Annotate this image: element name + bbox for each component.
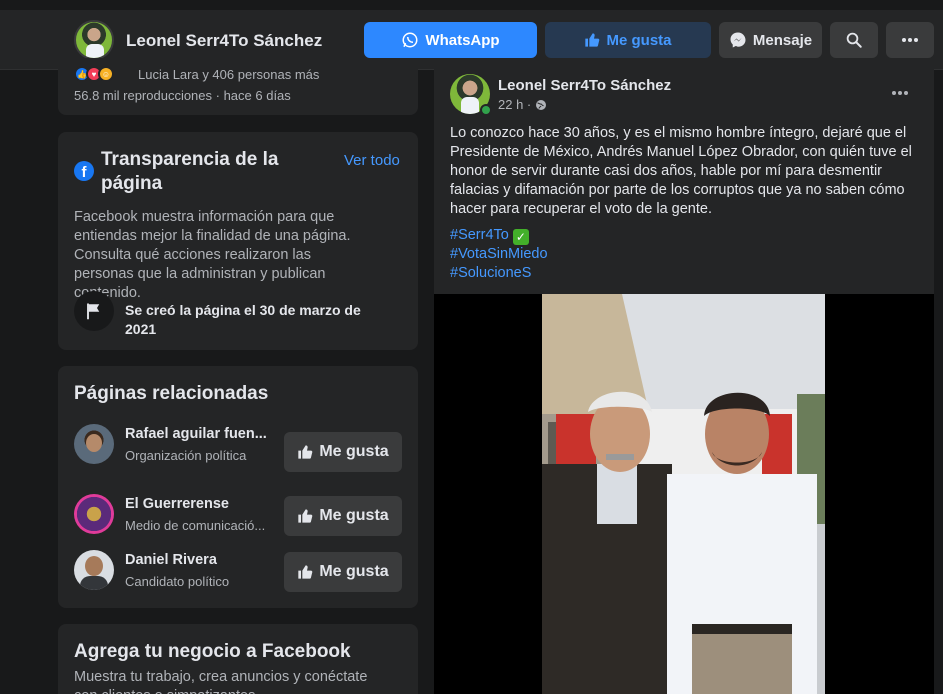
whatsapp-button[interactable]: WhatsApp bbox=[364, 22, 537, 58]
thumbs-up-icon bbox=[585, 33, 600, 47]
thumbs-up-icon bbox=[298, 445, 313, 459]
more-icon bbox=[892, 91, 908, 95]
post-author-name[interactable]: Leonel Serr4To Sánchez bbox=[498, 77, 671, 94]
more-options-button[interactable] bbox=[886, 22, 934, 58]
transparency-card: f Transparencia de la página Ver todo Fa… bbox=[58, 132, 418, 350]
views-count: 56.8 mil reproducciones · hace 6 días bbox=[74, 88, 291, 103]
hashtag-link[interactable]: #VotaSinMiedo bbox=[450, 246, 548, 262]
related-page-category: Medio de comunicació... bbox=[125, 518, 266, 533]
related-like-label: Me gusta bbox=[319, 507, 389, 524]
whatsapp-label: WhatsApp bbox=[425, 31, 500, 49]
reactions-count[interactable]: Lucia Lara y 406 personas más bbox=[138, 67, 319, 82]
see-all-link[interactable]: Ver todo bbox=[344, 152, 400, 169]
thumbs-up-icon bbox=[298, 565, 313, 579]
related-like-button[interactable]: Me gusta bbox=[284, 552, 402, 592]
more-icon bbox=[902, 38, 918, 42]
post-time-text: 22 h · bbox=[498, 97, 532, 112]
flag-icon bbox=[74, 291, 114, 331]
post-body-text: Lo conozco hace 30 años, y es el mismo h… bbox=[450, 125, 912, 217]
post-timestamp[interactable]: 22 h · bbox=[498, 97, 547, 112]
related-page-item[interactable]: Daniel Rivera Candidato político Me gust… bbox=[74, 550, 404, 594]
whatsapp-icon bbox=[402, 32, 418, 48]
add-business-description: Muestra tu trabajo, crea anuncios y coné… bbox=[74, 669, 368, 694]
facebook-icon: f bbox=[74, 161, 94, 181]
transparency-title: Transparencia de la página bbox=[101, 149, 279, 194]
related-page-avatar[interactable] bbox=[74, 550, 114, 590]
page-avatar[interactable] bbox=[74, 20, 114, 60]
related-page-name[interactable]: Daniel Rivera bbox=[125, 552, 270, 568]
check-mark-icon: ✓ bbox=[512, 229, 529, 245]
related-page-avatar[interactable] bbox=[74, 494, 114, 534]
related-like-label: Me gusta bbox=[319, 443, 389, 460]
add-business-card: Agrega tu negocio a Facebook Muestra tu … bbox=[58, 624, 418, 694]
related-pages-card: Páginas relacionadas Rafael aguilar fuen… bbox=[58, 366, 418, 608]
post-hashtags: #Serr4To ✓ #VotaSinMiedo #SolucioneS bbox=[450, 226, 548, 283]
thumbs-up-icon bbox=[298, 509, 313, 523]
message-button[interactable]: Mensaje bbox=[719, 22, 822, 58]
add-business-title: Agrega tu negocio a Facebook bbox=[74, 641, 351, 662]
related-page-category: Organización política bbox=[125, 448, 247, 463]
transparency-description: Facebook muestra información para que en… bbox=[74, 209, 351, 301]
page-created-date: Se creó la página el 30 de marzo de 2021 bbox=[125, 302, 361, 337]
message-label: Mensaje bbox=[752, 31, 813, 49]
related-page-name[interactable]: Rafael aguilar fuen... bbox=[125, 426, 270, 442]
post-options-button[interactable] bbox=[884, 80, 916, 106]
related-page-item[interactable]: El Guerrerense Medio de comunicació... M… bbox=[74, 494, 404, 538]
reaction-icons[interactable]: 👍 ♥ ☺ bbox=[74, 66, 114, 82]
hashtag-link[interactable]: #SolucioneS bbox=[450, 265, 531, 281]
hashtag-link[interactable]: #Serr4To bbox=[450, 227, 509, 243]
online-status-dot bbox=[480, 104, 492, 116]
related-pages-title: Páginas relacionadas bbox=[74, 383, 269, 404]
related-like-label: Me gusta bbox=[319, 563, 389, 580]
page-title[interactable]: Leonel Serr4To Sánchez bbox=[126, 31, 322, 51]
search-icon bbox=[846, 32, 862, 48]
related-page-avatar[interactable] bbox=[74, 424, 114, 464]
related-like-button[interactable]: Me gusta bbox=[284, 496, 402, 536]
messenger-icon bbox=[730, 32, 746, 48]
previous-post-footer: 👍 ♥ ☺ Lucia Lara y 406 personas más 56.8… bbox=[58, 58, 418, 115]
top-strip bbox=[0, 0, 943, 10]
post-video[interactable] bbox=[542, 294, 825, 694]
related-page-item[interactable]: Rafael aguilar fuen... Organización polí… bbox=[74, 424, 404, 472]
like-label: Me gusta bbox=[606, 31, 672, 49]
globe-icon bbox=[536, 99, 547, 110]
related-page-category: Candidato político bbox=[125, 574, 230, 589]
video-frame-illustration bbox=[542, 294, 825, 694]
post-video-container bbox=[434, 294, 934, 694]
haha-reaction-icon: ☺ bbox=[98, 66, 114, 82]
search-button[interactable] bbox=[830, 22, 878, 58]
related-page-name[interactable]: El Guerrerense bbox=[125, 496, 270, 512]
like-page-button[interactable]: Me gusta bbox=[545, 22, 711, 58]
related-like-button[interactable]: Me gusta bbox=[284, 432, 402, 472]
